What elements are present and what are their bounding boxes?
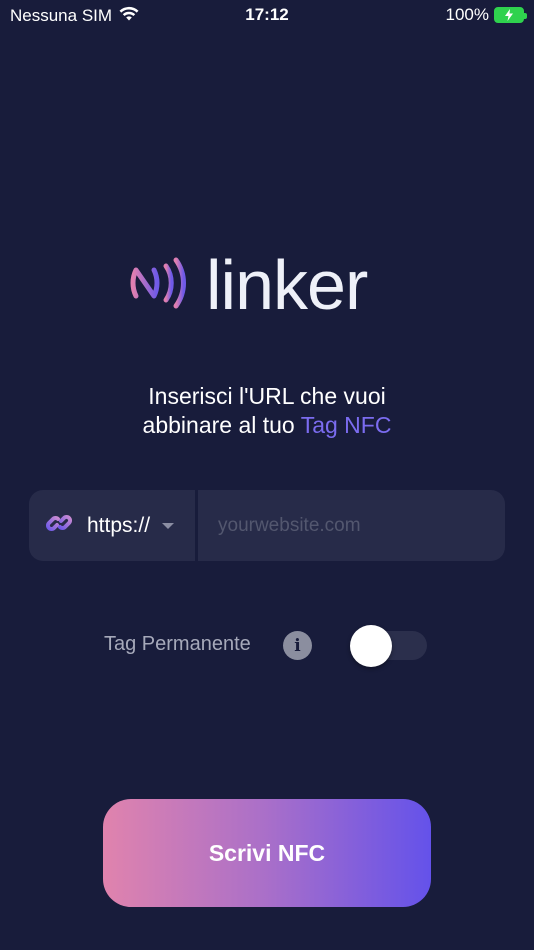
status-bar: Nessuna SIM 17:12 100%: [0, 0, 534, 32]
chevron-down-icon: [162, 522, 175, 529]
app-logo: linker: [130, 246, 368, 324]
instruction-line-2: abbinare al tuo Tag NFC: [0, 411, 534, 440]
nfc-waves-icon: [130, 252, 192, 319]
url-input[interactable]: [198, 490, 505, 561]
permanent-tag-label: Tag Permanente: [104, 633, 251, 655]
url-field-group: https://: [29, 490, 505, 561]
write-nfc-button[interactable]: Scrivi NFC: [103, 799, 431, 907]
toggle-knob: [350, 625, 392, 667]
link-icon: [45, 509, 73, 542]
scheme-dropdown[interactable]: https://: [29, 490, 195, 561]
battery-charging-icon: [494, 7, 527, 23]
info-icon[interactable]: i: [283, 631, 312, 660]
battery-percent: 100%: [445, 5, 489, 24]
instruction-line-1: Inserisci l'URL che vuoi: [148, 383, 386, 409]
instruction-text: Inserisci l'URL che vuoi abbinare al tuo…: [0, 382, 534, 440]
instruction-line-2-prefix: abbinare al tuo: [142, 412, 301, 438]
permanent-tag-toggle[interactable]: [350, 625, 427, 667]
logo-wordmark: linker: [206, 246, 368, 324]
tag-nfc-highlight: Tag NFC: [300, 412, 392, 438]
battery-group: 100%: [445, 5, 527, 25]
scheme-value: https://: [87, 513, 151, 537]
